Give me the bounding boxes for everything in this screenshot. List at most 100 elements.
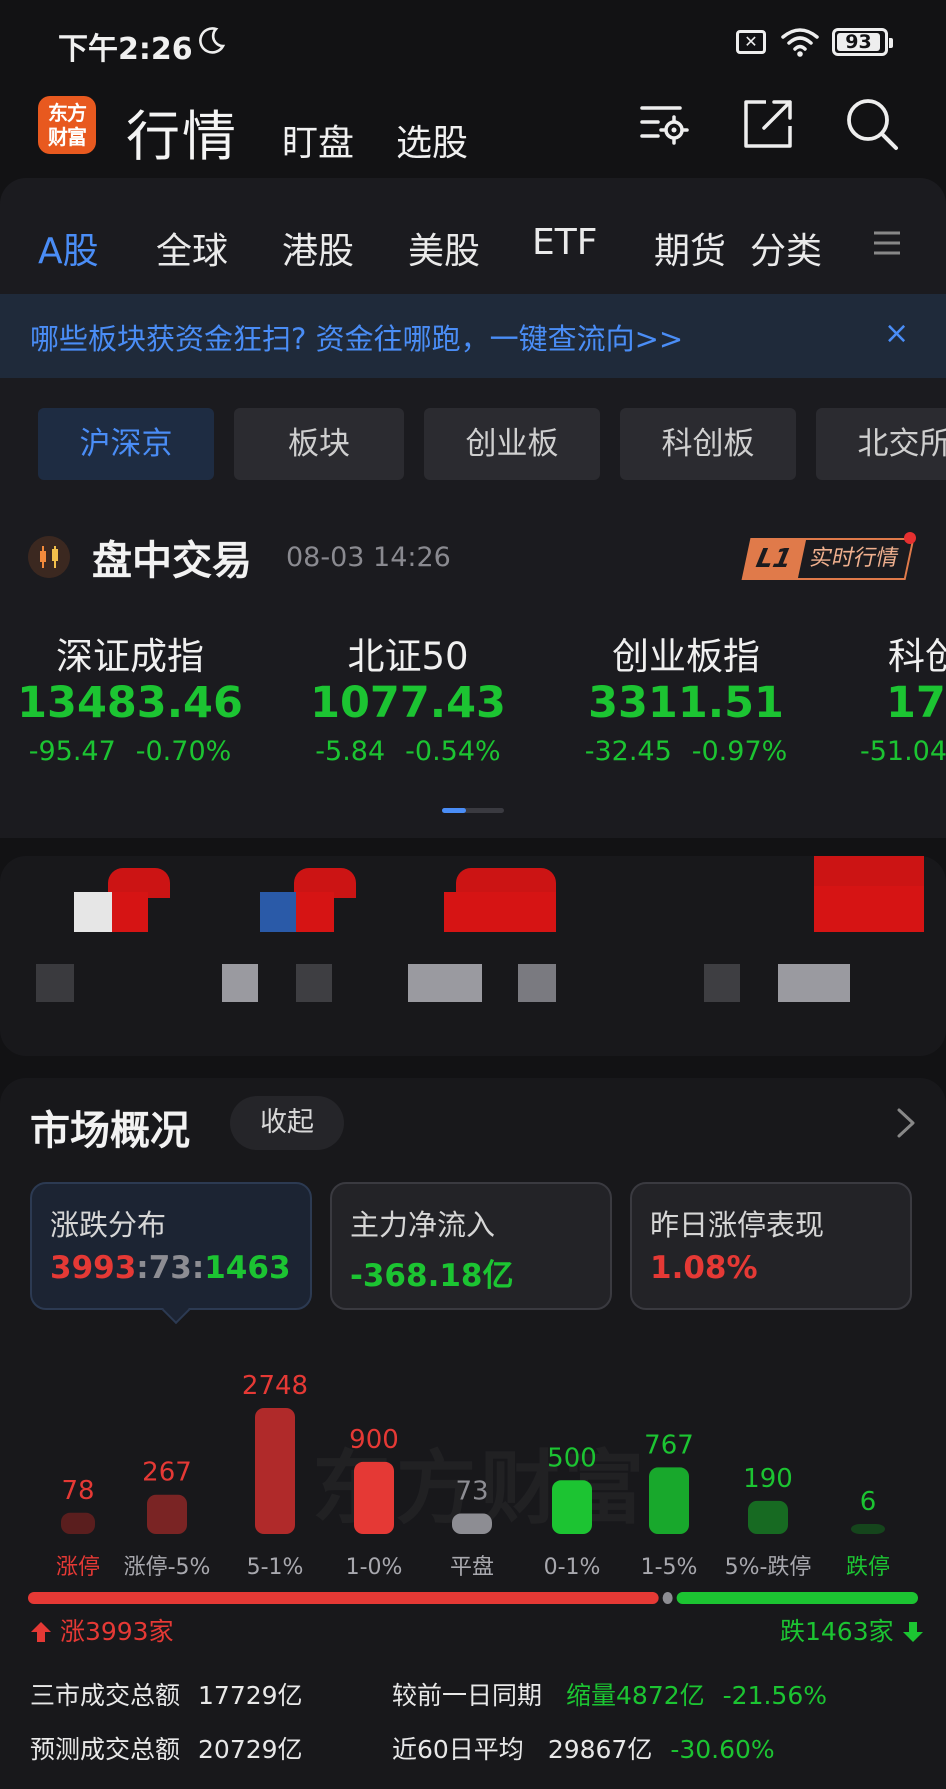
distribution-bar: [61, 1512, 95, 1534]
chevron-right-icon[interactable]: [894, 1106, 918, 1140]
tab-category[interactable]: 分类: [750, 222, 822, 274]
index-pct: -0.70%: [135, 736, 232, 767]
compare-label: 近60日平均: [392, 1735, 524, 1764]
promo-banner[interactable]: 哪些板块获资金狂扫? 资金往哪跑，一键查流向>> ×: [0, 294, 946, 378]
nav-stock-picker[interactable]: 选股: [396, 114, 468, 166]
board-filter: 沪深京 板块 创业板 科创板 北交所: [0, 408, 946, 482]
tab-a-share[interactable]: A股: [38, 222, 99, 274]
card-limit-up-performance[interactable]: 昨日涨停表现 1.08%: [630, 1182, 912, 1310]
app-logo[interactable]: 东方 财富: [38, 96, 96, 154]
wifi-icon: [781, 28, 819, 57]
redacted-block: [296, 964, 332, 1002]
redacted-block: [408, 964, 482, 1002]
realtime-badge[interactable]: L1 实时行情: [741, 532, 916, 580]
collapse-button[interactable]: 收起: [230, 1096, 344, 1150]
distribution-bar: [255, 1408, 295, 1534]
bar-value-label: 73: [455, 1476, 488, 1506]
index-change: -32.45: [584, 736, 672, 767]
chip-shanghai-shenzhen-beijing[interactable]: 沪深京: [38, 408, 214, 480]
bar-category-label: 1-0%: [346, 1555, 403, 1580]
badge-text: 实时行情: [793, 538, 915, 580]
index-value: 1077.43: [310, 678, 506, 728]
redacted-block: [260, 892, 296, 932]
bar-value-label: 900: [349, 1425, 399, 1455]
redacted-block: [74, 892, 112, 932]
chip-bse[interactable]: 北交所: [816, 408, 946, 480]
index-change: -51.04: [860, 736, 946, 767]
compare-label: 较前一日同期: [392, 1681, 543, 1710]
bar-category-label: 5-1%: [247, 1555, 304, 1580]
distribution-bar: [851, 1524, 885, 1534]
distribution-bar: [649, 1467, 689, 1534]
banner-text[interactable]: 哪些板块获资金狂扫? 资金往哪跑，一键查流向>>: [30, 316, 683, 358]
market-tabs: A股 全球 港股 美股 ETF 期货 分类: [0, 178, 946, 292]
close-icon[interactable]: ×: [884, 316, 909, 351]
index-change: -95.47: [28, 736, 116, 767]
tab-futures[interactable]: 期货: [654, 222, 726, 274]
search-icon[interactable]: [844, 96, 900, 152]
redacted-block: [778, 964, 850, 1002]
redacted-block: [444, 892, 556, 932]
redacted-block: [296, 892, 334, 932]
compare-value: 缩量4872亿: [566, 1681, 705, 1710]
card-label: 昨日涨停表现: [650, 1208, 825, 1242]
turnover-value: 20729亿: [198, 1735, 303, 1764]
index-card[interactable]: 深证成指 13483.46 -95.47 -0.70%: [0, 626, 260, 767]
distribution-bar: [552, 1480, 592, 1534]
index-value: 176: [886, 678, 946, 728]
compare-pct: -30.60%: [670, 1735, 775, 1764]
redacted-block: [814, 856, 924, 886]
index-name: 深证成指: [56, 635, 204, 678]
tab-hk[interactable]: 港股: [282, 222, 354, 274]
compare-pct: -21.56%: [722, 1681, 827, 1710]
rise-total: 涨3993家: [30, 1612, 174, 1648]
tab-us[interactable]: 美股: [408, 222, 480, 274]
notification-dot: [904, 532, 916, 544]
turnover-label: 三市成交总额: [30, 1681, 181, 1710]
fall-total-label: 跌1463家: [780, 1617, 894, 1646]
ratio-flat-segment: [662, 1592, 673, 1604]
arrow-up-icon: [31, 1622, 51, 1642]
turnover-value: 17729亿: [198, 1681, 303, 1710]
redacted-block: [518, 964, 556, 1002]
card-main-net-inflow[interactable]: 主力净流入 -368.18亿: [330, 1182, 612, 1310]
index-card[interactable]: 北证50 1077.43 -5.84 -0.54%: [278, 626, 538, 767]
redacted-hot-strip: [0, 856, 946, 1056]
card-rise-fall-distribution[interactable]: 涨跌分布 3993:73:1463: [30, 1182, 312, 1325]
chip-gem[interactable]: 创业板: [424, 408, 600, 480]
logo-line-1: 东方: [48, 101, 87, 125]
index-value: 3311.51: [588, 678, 784, 728]
index-pct: -0.54%: [405, 736, 501, 767]
redacted-block: [222, 964, 258, 1002]
section-title: 市场概况: [30, 1108, 190, 1154]
chip-sector[interactable]: 板块: [234, 408, 404, 480]
menu-icon[interactable]: [872, 228, 902, 258]
chip-star[interactable]: 科创板: [620, 408, 796, 480]
distribution-bar: [452, 1513, 492, 1534]
tab-global[interactable]: 全球: [156, 222, 228, 274]
tab-etf[interactable]: ETF: [532, 222, 597, 263]
nav-watch[interactable]: 盯盘: [282, 114, 354, 166]
index-name: 北证50: [347, 635, 469, 678]
market-overview: 市场概况 收起 涨跌分布 3993:73:1463 主力净流入 -368.18亿…: [0, 1078, 946, 1789]
carousel-indicator: [442, 808, 504, 813]
bar-value-label: 78: [61, 1476, 94, 1506]
share-icon[interactable]: [740, 96, 796, 152]
up-count: 3993: [50, 1250, 137, 1286]
settings-list-icon[interactable]: [636, 96, 692, 152]
page-title: 行情: [126, 105, 238, 168]
logo-line-2: 财富: [48, 125, 87, 149]
redacted-block: [814, 886, 924, 932]
card-label: 主力净流入: [350, 1208, 496, 1242]
bar-category-label: 0-1%: [544, 1555, 601, 1580]
bar-value-label: 2748: [242, 1371, 308, 1401]
distribution-bar: [354, 1461, 394, 1534]
bar-category-label: 5%-跌停: [725, 1555, 812, 1580]
bar-category-label: 涨停: [56, 1555, 100, 1580]
index-card[interactable]: 科创 176 -51.04: [850, 626, 946, 767]
compare-row: 较前一日同期 缩量4872亿 -21.56%: [392, 1676, 827, 1712]
index-card[interactable]: 创业板指 3311.51 -32.45 -0.97%: [556, 626, 816, 767]
rise-fall-ratio-bar: [28, 1592, 918, 1604]
redacted-block: [36, 964, 74, 1002]
compare-value: 29867亿: [547, 1735, 653, 1764]
